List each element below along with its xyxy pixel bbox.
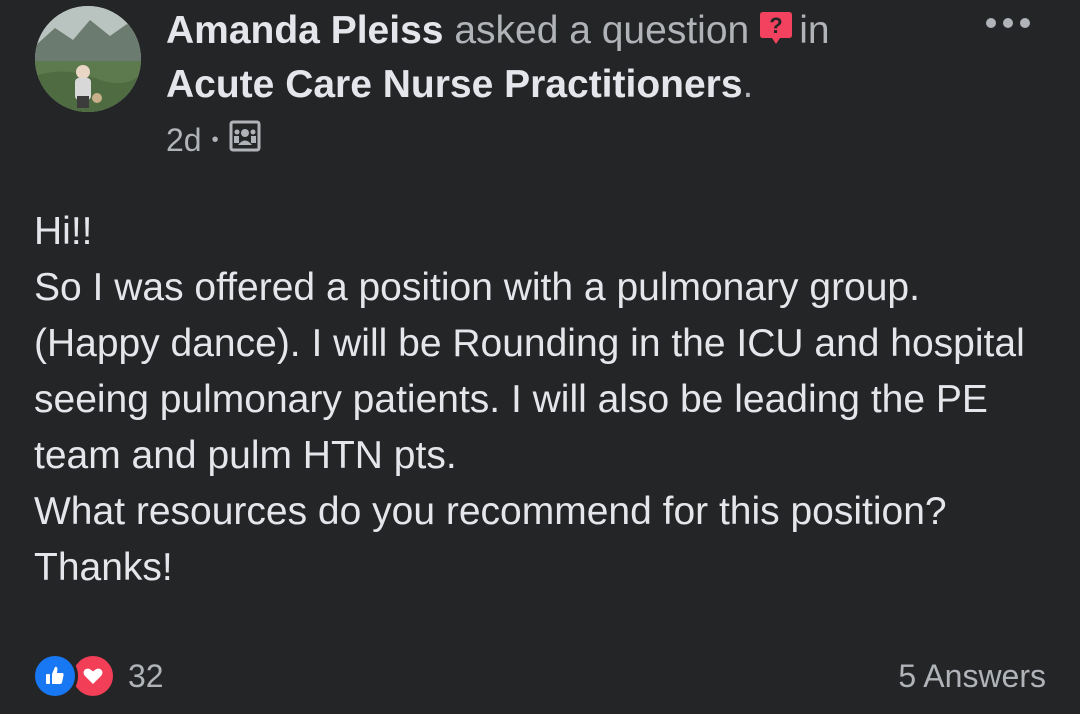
- reaction-count: 32: [128, 657, 164, 694]
- post-body-line: So I was offered a position with a pulmo…: [34, 266, 1036, 477]
- post-header: Amanda Pleiss asked a question? in Acute …: [166, 6, 966, 110]
- avatar-photo: [35, 6, 141, 112]
- post-time[interactable]: 2d: [166, 122, 202, 159]
- author-name[interactable]: Amanda Pleiss: [166, 9, 443, 52]
- post-body-line: What resources do you recommend for this…: [34, 490, 957, 589]
- header-line-1: Amanda Pleiss asked a question? in: [166, 6, 966, 60]
- answers-link[interactable]: 5 Answers: [898, 652, 1046, 700]
- group-members-icon: [229, 120, 261, 160]
- group-name[interactable]: Acute Care Nurse Practitioners: [166, 63, 743, 106]
- svg-text:?: ?: [769, 13, 782, 38]
- post-meta: 2d •: [166, 118, 261, 162]
- header-line-2: Acute Care Nurse Practitioners.: [166, 60, 966, 110]
- question-icon: ?: [757, 9, 795, 60]
- avatar[interactable]: [35, 6, 141, 112]
- preposition: in: [799, 9, 830, 52]
- meta-separator: •: [211, 128, 219, 151]
- like-icon: [32, 653, 78, 699]
- more-options-icon[interactable]: [983, 8, 1033, 38]
- group-suffix: .: [742, 63, 754, 106]
- post-action: asked a question: [454, 9, 750, 52]
- group-post: Amanda Pleiss asked a question? in Acute …: [0, 0, 1080, 714]
- post-body: Hi!! So I was offered a position with a …: [34, 204, 1054, 596]
- post-body-line: Hi!!: [34, 210, 93, 253]
- reactions-summary[interactable]: 32: [32, 652, 164, 700]
